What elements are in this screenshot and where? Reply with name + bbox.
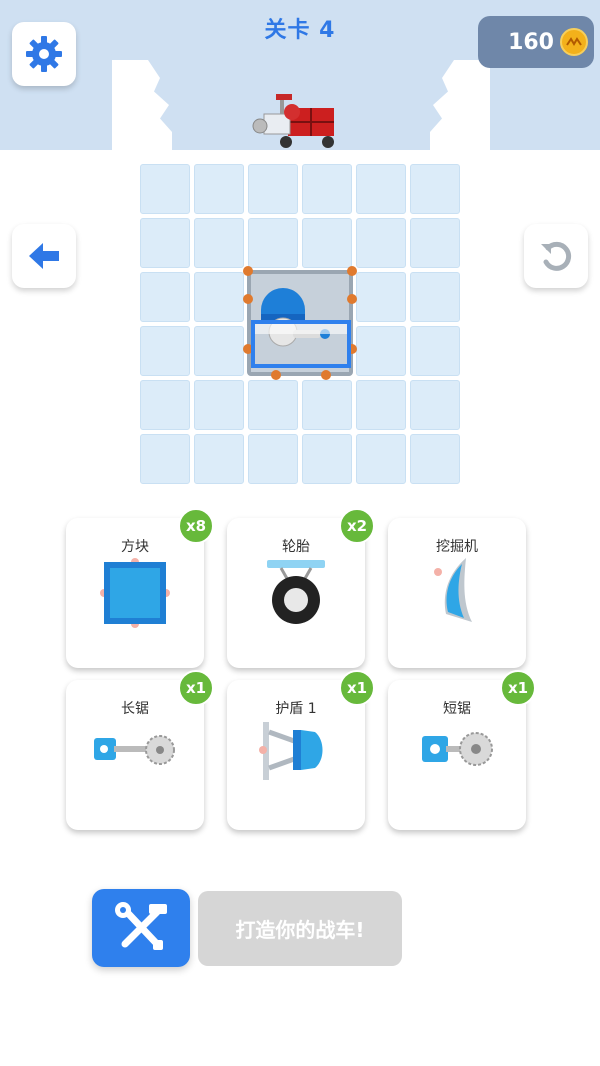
wrench-hammer-icon xyxy=(115,902,167,950)
tire-icon xyxy=(267,560,325,624)
grid-cell[interactable] xyxy=(140,164,190,214)
block-icon xyxy=(100,558,170,628)
undo-icon xyxy=(541,241,572,271)
snow-cliff-right xyxy=(430,60,490,150)
part-count-badge: x1 xyxy=(500,670,536,706)
part-card-shield[interactable]: 护盾 1 x1 xyxy=(227,670,375,830)
grid-cell[interactable] xyxy=(194,164,244,214)
part-card-short-saw[interactable]: 短锯 x1 xyxy=(388,670,536,830)
part-card-long-saw[interactable]: 长锯 x1 xyxy=(66,670,214,830)
grid-cell[interactable] xyxy=(410,272,460,322)
grid-cell[interactable] xyxy=(302,434,352,484)
grid-cell[interactable] xyxy=(248,380,298,430)
grid-cell[interactable] xyxy=(356,434,406,484)
grid-cell[interactable] xyxy=(194,272,244,322)
long-saw-icon xyxy=(94,735,175,765)
grid-cell[interactable] xyxy=(410,164,460,214)
coin-icon xyxy=(560,28,588,56)
grid-cell[interactable] xyxy=(140,272,190,322)
part-count-badge: x1 xyxy=(339,670,375,706)
grid-cell[interactable] xyxy=(302,218,352,268)
part-card-excavator[interactable]: 挖掘机 xyxy=(388,518,526,668)
grid-cell[interactable] xyxy=(194,326,244,376)
grid-cell[interactable] xyxy=(140,434,190,484)
driver-cockpit-piece[interactable] xyxy=(243,266,357,380)
vehicle-preview xyxy=(252,94,334,148)
part-count-badge: x8 xyxy=(178,508,214,544)
grid-cell[interactable] xyxy=(356,272,406,322)
grid-cell[interactable] xyxy=(356,218,406,268)
grid-cell[interactable] xyxy=(410,218,460,268)
grid-cell[interactable] xyxy=(194,380,244,430)
part-count-badge: x2 xyxy=(339,508,375,544)
build-button[interactable] xyxy=(92,889,190,967)
arrow-left-icon xyxy=(29,243,59,269)
grid-cell[interactable] xyxy=(248,164,298,214)
coin-amount: 160 xyxy=(508,29,554,55)
shield-icon xyxy=(259,722,323,780)
game-screen: 关卡 4 160 方块 x8 轮胎 x2 挖掘机 长锯 x1 护盾 1 x1 短… xyxy=(0,0,600,1066)
grid-cell[interactable] xyxy=(356,164,406,214)
part-count-badge: x1 xyxy=(178,670,214,706)
grid-cell[interactable] xyxy=(356,326,406,376)
grid-cell[interactable] xyxy=(410,326,460,376)
grid-cell[interactable] xyxy=(140,326,190,376)
grid-cell[interactable] xyxy=(302,164,352,214)
excavator-blade-icon xyxy=(434,558,472,622)
grid-cell[interactable] xyxy=(410,380,460,430)
grid-cell[interactable] xyxy=(194,434,244,484)
back-button[interactable] xyxy=(12,224,76,288)
undo-button[interactable] xyxy=(524,224,588,288)
build-hint-label: 打造你的战车! xyxy=(198,891,402,966)
short-saw-icon xyxy=(422,732,493,766)
grid-cell[interactable] xyxy=(356,380,406,430)
grid-cell[interactable] xyxy=(140,380,190,430)
grid-cell[interactable] xyxy=(302,380,352,430)
gear-icon xyxy=(26,36,62,72)
driver-icon xyxy=(251,288,351,368)
settings-button[interactable] xyxy=(12,22,76,86)
snow-cliff-left xyxy=(112,60,172,150)
grid-cell[interactable] xyxy=(248,218,298,268)
part-card-tire[interactable]: 轮胎 x2 xyxy=(227,508,375,668)
grid-cell[interactable] xyxy=(410,434,460,484)
grid-cell[interactable] xyxy=(248,434,298,484)
part-card-block[interactable]: 方块 x8 xyxy=(66,508,214,668)
part-label: 挖掘机 xyxy=(436,539,478,555)
grid-cell[interactable] xyxy=(194,218,244,268)
coin-counter: 160 xyxy=(478,16,594,68)
grid-cell[interactable] xyxy=(140,218,190,268)
